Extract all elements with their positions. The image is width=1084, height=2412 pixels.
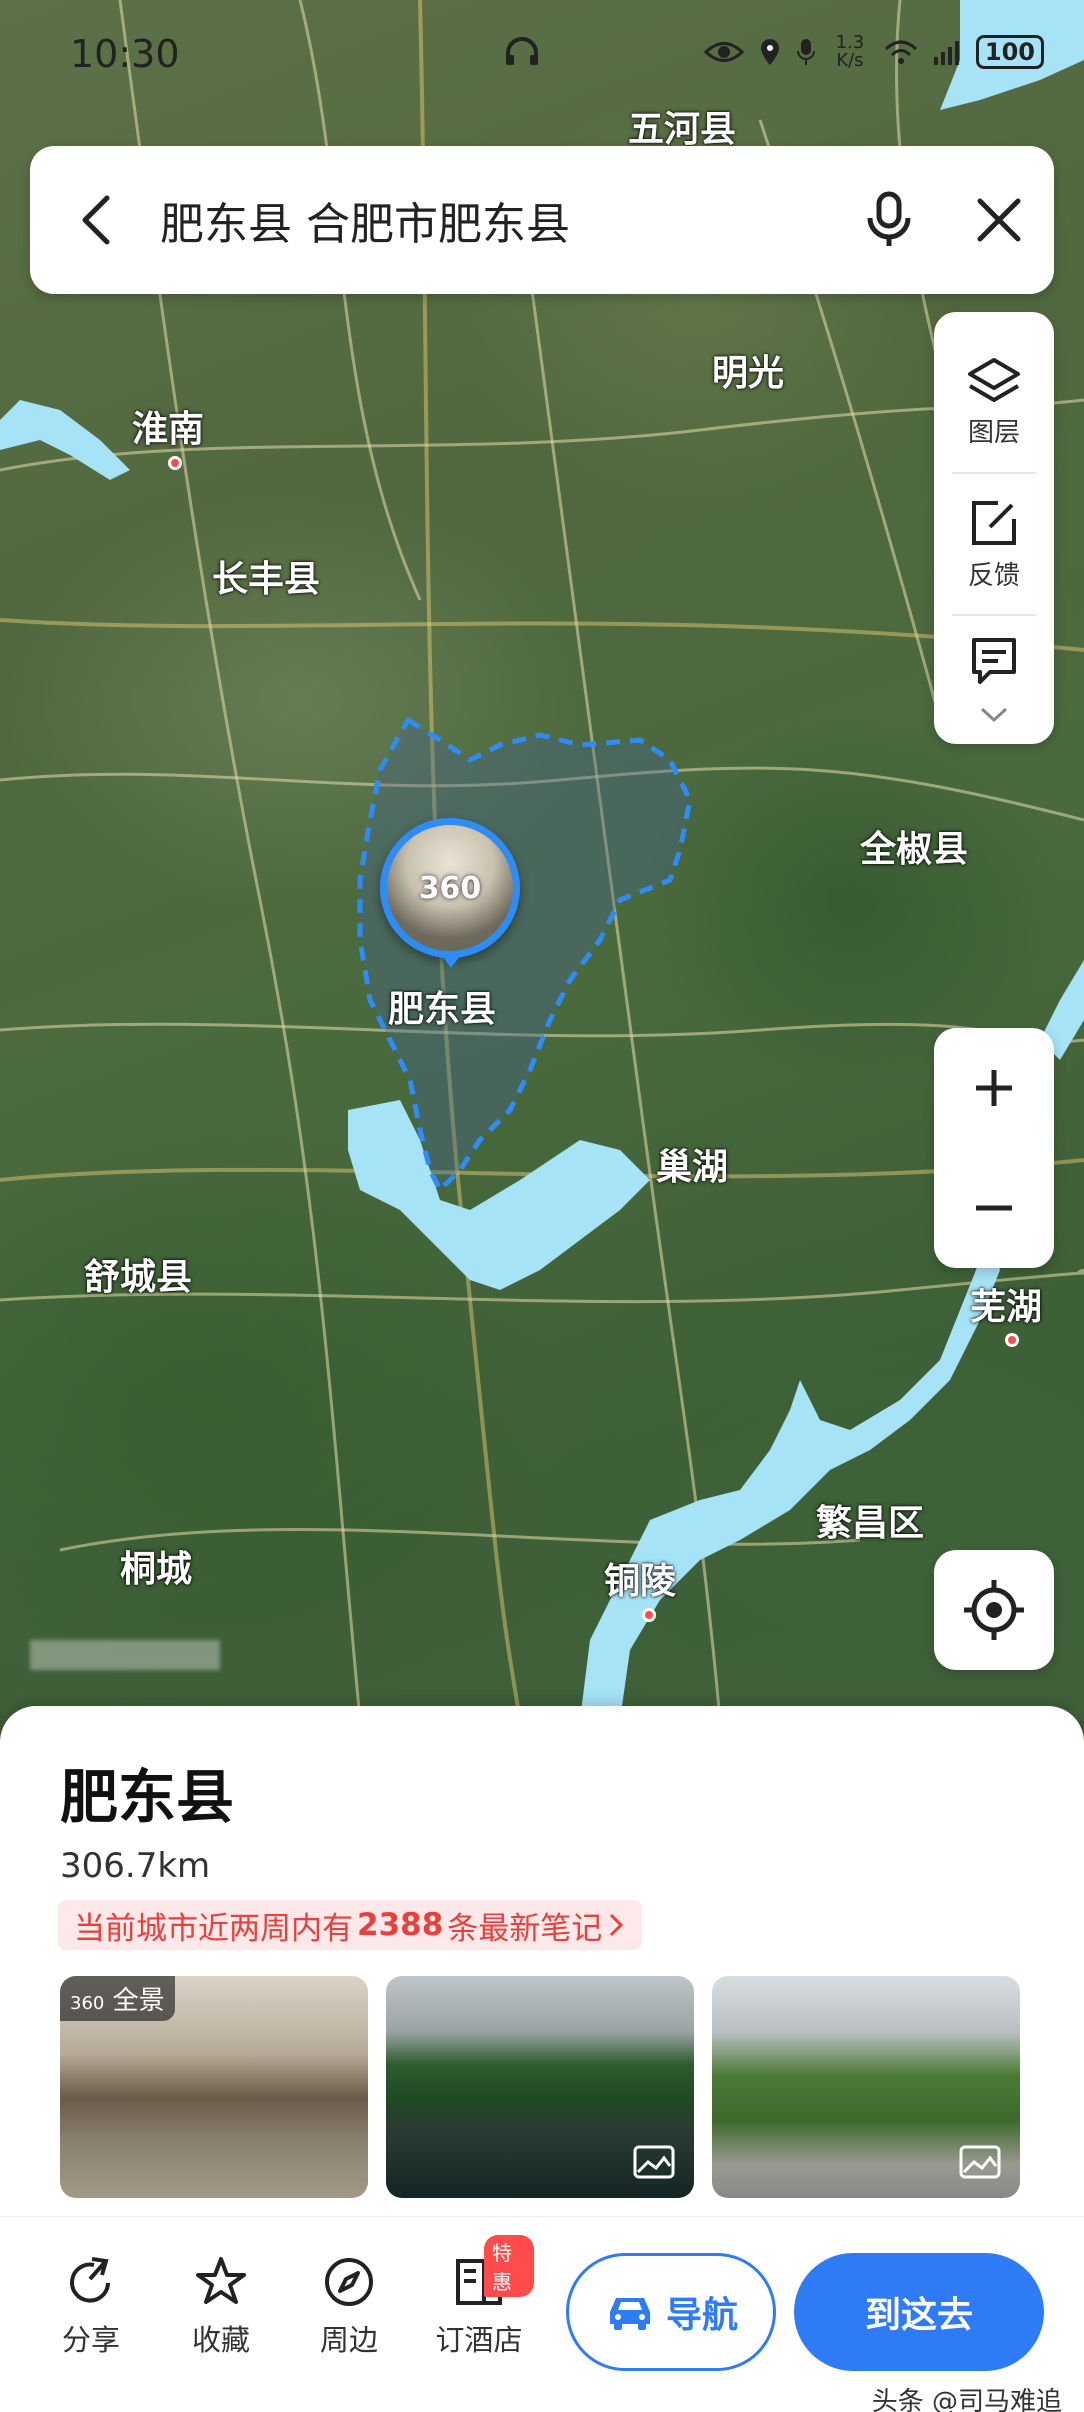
city-marker-tongling	[642, 1608, 656, 1622]
headphone-icon	[505, 37, 538, 65]
photo-gallery: 360 全景	[60, 1976, 1020, 2198]
net-speed: 1.3 K/s	[835, 32, 865, 71]
place-title: 肥东县	[60, 1763, 235, 1831]
action-bar: 分享 收藏 周边 特惠 订酒店 导航 到这去 头条 @司马难追	[0, 2216, 1084, 2412]
layers-icon	[968, 357, 1020, 402]
signal-icon	[933, 41, 959, 65]
crosshair-icon	[964, 1580, 1024, 1640]
compass-icon	[325, 2258, 373, 2306]
go-here-label: 到这去	[864, 2295, 973, 2336]
star-icon	[196, 2257, 246, 2304]
battery-indicator: 100	[975, 35, 1044, 69]
zoom-in-button[interactable]	[934, 1028, 1054, 1148]
map-label-shucheng[interactable]: 舒城县	[84, 1248, 192, 1300]
map-label-chaohu[interactable]: 巢湖	[656, 1138, 728, 1190]
city-marker-huainan	[168, 456, 182, 470]
status-time: 10:30	[70, 32, 180, 76]
zoom-controls	[934, 1028, 1054, 1268]
go-here-button[interactable]: 到这去	[794, 2253, 1044, 2371]
location-icon	[760, 39, 779, 65]
nearby-label: 周边	[319, 2323, 378, 2357]
pano-marker-pin	[439, 952, 463, 968]
map-tool-panel: 图层 反馈	[934, 312, 1054, 744]
minus-icon	[976, 1205, 1012, 1211]
navigate-label: 导航	[665, 2295, 738, 2336]
image-icon	[633, 2145, 675, 2179]
photo-panorama[interactable]: 360 全景	[60, 1976, 368, 2198]
map-scale-bar	[30, 1640, 220, 1670]
back-button[interactable]	[30, 146, 160, 294]
favorite-label: 收藏	[191, 2323, 250, 2357]
feedback-button[interactable]: 反馈	[934, 474, 1054, 614]
notes-banner[interactable]: 当前城市近两周内有 2388 条最新笔记	[58, 1900, 643, 1950]
place-detail-sheet[interactable]: 肥东县 306.7km 当前城市近两周内有2388条最新笔记 360 全景	[0, 1706, 1084, 2412]
pano-tag: 360 全景	[60, 1976, 175, 2021]
feedback-label: 反馈	[967, 560, 1020, 591]
plus-icon	[976, 1070, 1012, 1106]
watermark: 头条 @司马难追	[871, 2387, 1062, 2412]
favorite-button[interactable]: 收藏	[166, 2255, 276, 2359]
pano-tag-label: 全景	[112, 1986, 165, 2016]
search-bar[interactable]: 肥东县 合肥市肥东县	[30, 146, 1054, 294]
status-icons: 1.3 K/s 100	[504, 34, 1044, 70]
close-icon	[977, 198, 1021, 242]
map-label-huainan[interactable]: 淮南	[132, 400, 204, 452]
notes-prefix: 当前城市近两周内有	[74, 1910, 353, 1947]
microphone-icon	[867, 191, 911, 246]
expand-tools-button[interactable]	[979, 706, 1009, 736]
map-label-mingguang[interactable]: 明光	[712, 344, 784, 396]
car-icon	[609, 2298, 650, 2330]
edit-icon	[972, 500, 1016, 545]
map-label-wuhe[interactable]: 五河县	[628, 100, 736, 152]
map-label-wuhu[interactable]: 芜湖	[970, 1278, 1042, 1330]
map-label-fanchang[interactable]: 繁昌区	[816, 1494, 924, 1546]
locate-me-button[interactable]	[934, 1550, 1054, 1670]
wifi-icon	[884, 40, 917, 64]
search-query[interactable]: 肥东县 合肥市肥东县	[160, 188, 834, 252]
pano-360-badge: 360	[70, 1993, 105, 2014]
nearby-button[interactable]: 周边	[294, 2255, 404, 2359]
image-icon	[959, 2145, 1001, 2179]
chevron-right-icon	[610, 1913, 624, 1937]
notes-count: 2388	[357, 1907, 444, 1943]
eye-icon	[703, 42, 744, 62]
map-label-quanjiao[interactable]: 全椒县	[860, 820, 968, 872]
hotel-promo-badge: 特惠	[484, 2235, 534, 2297]
share-icon	[70, 2257, 110, 2303]
map-label-tongling[interactable]: 铜陵	[604, 1552, 676, 1604]
share-button[interactable]: 分享	[36, 2255, 146, 2359]
layers-button[interactable]: 图层	[934, 332, 1054, 472]
chevron-left-icon	[82, 195, 110, 245]
city-marker-wuhu	[1005, 1333, 1019, 1347]
photo-lake[interactable]	[386, 1976, 694, 2198]
hotel-label: 订酒店	[435, 2323, 523, 2357]
clear-search-button[interactable]	[944, 146, 1054, 294]
navigate-button[interactable]: 导航	[566, 2253, 776, 2371]
comment-button[interactable]	[934, 616, 1054, 706]
share-label: 分享	[61, 2323, 120, 2357]
map-label-changfeng[interactable]: 长丰县	[212, 550, 320, 602]
voice-search-button[interactable]	[834, 146, 944, 294]
pano-marker-label: 360	[418, 870, 482, 906]
status-bar: 10:30 1.3 K/s 100	[70, 28, 1044, 84]
message-icon	[972, 638, 1016, 684]
hotel-button[interactable]: 特惠 订酒店	[424, 2235, 534, 2359]
chevron-down-icon	[980, 707, 1008, 723]
photo-gate[interactable]	[712, 1976, 1020, 2198]
map-label-tongcheng[interactable]: 桐城	[120, 1540, 192, 1592]
notes-suffix: 条最新笔记	[447, 1910, 603, 1947]
zoom-out-button[interactable]	[934, 1148, 1054, 1268]
pano-marker[interactable]: 360	[380, 818, 520, 958]
map-label-feidong[interactable]: 肥东县	[388, 980, 496, 1032]
layers-label: 图层	[967, 417, 1020, 448]
place-distance: 306.7km	[60, 1846, 211, 1886]
mic-status-icon	[796, 39, 815, 65]
